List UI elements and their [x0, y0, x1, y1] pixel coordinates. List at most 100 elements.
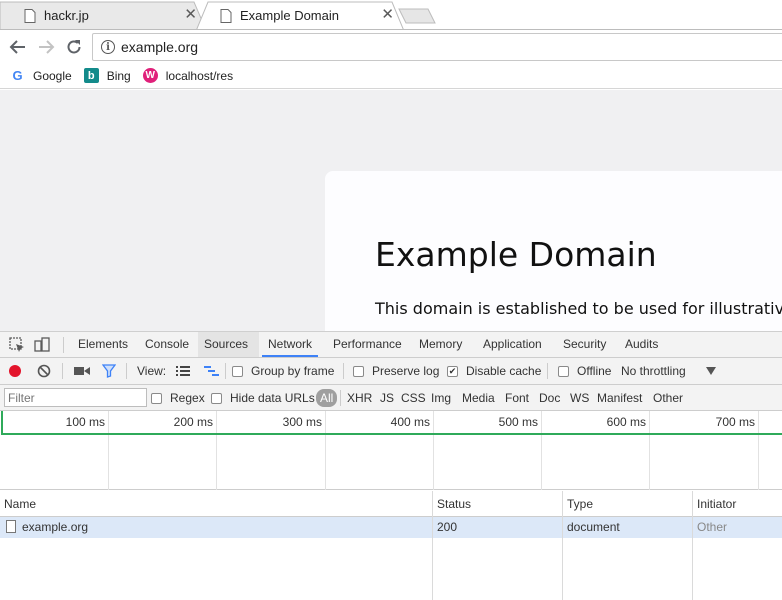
type-filter-font[interactable]: Font — [505, 385, 529, 411]
type-filter-other[interactable]: Other — [653, 385, 683, 411]
requests-table: Name Status Type Initiator example.org 2… — [0, 491, 782, 600]
separator — [343, 363, 344, 379]
forward-button[interactable] — [35, 36, 57, 58]
timeline-gridline — [108, 411, 109, 490]
site-icon: W — [142, 68, 158, 83]
separator — [62, 363, 63, 379]
checkbox[interactable] — [211, 392, 222, 404]
request-name-cell[interactable]: example.org — [2, 517, 88, 538]
type-filter-all[interactable]: All — [316, 389, 338, 407]
tab-security[interactable]: Security — [557, 332, 612, 357]
column-divider[interactable] — [692, 491, 693, 600]
inspect-element-icon[interactable] — [8, 336, 26, 354]
type-filter-ws[interactable]: WS — [570, 385, 589, 411]
preserve-log-checkbox[interactable]: Preserve log — [353, 358, 439, 384]
clear-icon[interactable] — [37, 364, 51, 378]
hide-data-urls-checkbox[interactable]: Hide data URLs — [211, 385, 315, 411]
column-header-initiator[interactable]: Initiator — [693, 491, 736, 517]
tab-elements[interactable]: Elements — [72, 332, 134, 357]
type-filter-doc[interactable]: Doc — [539, 385, 560, 411]
bookmark-google[interactable]: G Google — [10, 68, 72, 83]
bookmarks-bar: G Google b Bing W localhost/res — [0, 63, 782, 89]
group-by-frame-label: Group by frame — [251, 364, 335, 378]
regex-checkbox[interactable]: Regex — [151, 385, 205, 411]
filter-bar: Regex Hide data URLs All XHR JS CSS Img … — [0, 385, 782, 411]
network-overview-timeline[interactable]: 100 ms 200 ms 300 ms 400 ms 500 ms 600 m… — [0, 411, 782, 490]
tab-hackr[interactable]: hackr.jp ✕ — [0, 1, 207, 29]
page-heading: Example Domain — [375, 235, 657, 274]
page-paragraph: This domain is established to be used fo… — [375, 299, 782, 318]
checkbox[interactable] — [558, 365, 569, 377]
disable-cache-label: Disable cache — [466, 364, 542, 378]
content-card: Example Domain This domain is establishe… — [325, 171, 782, 331]
tab-title: Example Domain — [240, 8, 339, 23]
reload-button[interactable] — [63, 36, 85, 58]
separator — [547, 363, 548, 379]
type-filter-media[interactable]: Media — [462, 385, 495, 411]
bookmark-label: Bing — [106, 68, 131, 83]
page-icon — [24, 8, 36, 23]
network-toolbar: View: Group by frame Preserve log ✔ Disa… — [0, 358, 782, 385]
type-filter-js[interactable]: JS — [380, 385, 394, 411]
tab-memory[interactable]: Memory — [413, 332, 468, 357]
large-rows-icon[interactable] — [176, 365, 190, 377]
arrow-right-icon — [39, 40, 55, 54]
tab-performance[interactable]: Performance — [327, 332, 408, 357]
timeline-tick-label: 500 ms — [498, 415, 538, 429]
bookmark-label: Google — [33, 68, 72, 83]
column-divider[interactable] — [562, 491, 563, 600]
tab-application[interactable]: Application — [477, 332, 548, 357]
tab-strip: hackr.jp ✕ Example Domain ✕ — [0, 0, 782, 30]
type-filter-manifest[interactable]: Manifest — [597, 385, 642, 411]
devtools-tab-bar: Elements Console Sources Network Perform… — [0, 332, 782, 358]
type-filter-xhr[interactable]: XHR — [347, 385, 372, 411]
filter-icon[interactable] — [102, 364, 116, 378]
tab-sources[interactable]: Sources — [198, 332, 259, 357]
tab-example-domain[interactable]: Example Domain ✕ — [196, 1, 404, 29]
bookmark-label: localhost/res — [165, 68, 234, 83]
timeline-tick-label: 300 ms — [282, 415, 322, 429]
bookmark-localhost[interactable]: W localhost/res — [142, 68, 234, 83]
column-header-type[interactable]: Type — [563, 491, 593, 517]
column-header-name[interactable]: Name — [0, 491, 36, 517]
checkbox-checked[interactable]: ✔ — [447, 365, 458, 377]
separator — [126, 363, 127, 379]
type-filter-img[interactable]: Img — [431, 385, 451, 411]
offline-checkbox[interactable]: Offline — [558, 358, 611, 384]
document-icon — [6, 520, 16, 533]
table-row[interactable]: example.org 200 document Other — [0, 517, 782, 538]
bookmark-bing[interactable]: b Bing — [83, 68, 131, 83]
column-divider[interactable] — [432, 491, 433, 600]
filter-input[interactable] — [4, 388, 147, 407]
column-header-status[interactable]: Status — [433, 491, 471, 517]
timeline-tick-label: 700 ms — [715, 415, 755, 429]
checkbox[interactable] — [232, 365, 243, 377]
new-tab-button[interactable] — [398, 8, 436, 24]
regex-label: Regex — [170, 391, 205, 405]
throttling-select[interactable]: No throttling — [621, 358, 686, 384]
tab-audits[interactable]: Audits — [619, 332, 664, 357]
chevron-down-icon[interactable] — [706, 367, 716, 375]
separator — [340, 390, 341, 406]
timeline-start-marker — [1, 411, 3, 435]
type-filter-css[interactable]: CSS — [401, 385, 426, 411]
video-camera-icon[interactable] — [74, 366, 90, 376]
separator — [63, 337, 64, 353]
group-by-frame-checkbox[interactable]: Group by frame — [232, 358, 334, 384]
request-status: 200 — [437, 520, 458, 534]
request-type: document — [567, 520, 620, 534]
disable-cache-checkbox[interactable]: ✔ Disable cache — [447, 358, 541, 384]
waterfall-icon[interactable] — [204, 365, 220, 377]
request-name: example.org — [22, 520, 89, 534]
close-tab-icon[interactable]: ✕ — [381, 7, 394, 23]
info-icon[interactable]: i — [101, 40, 115, 54]
tab-console[interactable]: Console — [139, 332, 195, 357]
page-viewport: Example Domain This domain is establishe… — [0, 90, 782, 331]
address-bar[interactable]: i example.org — [92, 33, 782, 61]
checkbox[interactable] — [353, 365, 364, 377]
checkbox[interactable] — [151, 392, 162, 404]
device-toolbar-icon[interactable] — [33, 336, 51, 354]
tab-network[interactable]: Network — [262, 332, 319, 357]
record-icon[interactable] — [8, 364, 22, 378]
back-button[interactable] — [7, 36, 29, 58]
